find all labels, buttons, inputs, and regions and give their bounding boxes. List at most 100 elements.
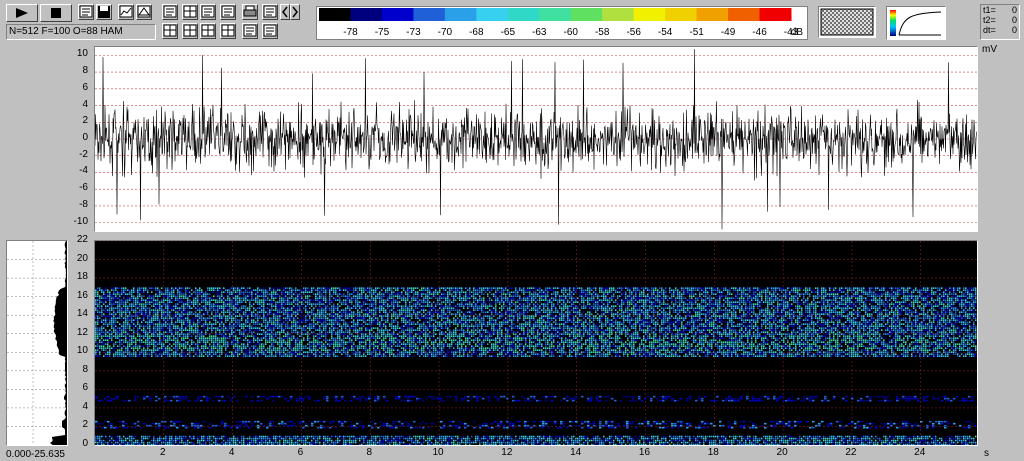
colorbar-swatch [413,8,446,21]
grid4-icon [201,24,215,37]
spectrogram-xtick: 12 [501,447,513,458]
colorbar-swatch [665,8,698,21]
colorbar-swatch [728,8,761,21]
export-button[interactable] [262,4,278,20]
waveform-ytick: 2 [82,115,88,127]
waveform-ytick: 10 [76,48,88,60]
stop-icon [51,8,61,18]
play-icon [16,8,28,18]
waveform-ytick: -4 [79,165,88,177]
chart-button[interactable] [118,4,134,20]
colorbar-tick: -49 [721,27,736,38]
spectrogram-xtick: 4 [228,447,235,458]
triangle-icon [137,5,151,18]
print-icon [243,5,257,17]
colorbar-tick: -54 [658,27,673,38]
histogram-range: 0.000-25.635 [6,449,65,460]
spectrogram-xtick: 10 [432,447,444,458]
grid3-button[interactable] [182,23,198,39]
spectrogram-xtick: 8 [366,447,373,458]
histogram-panel[interactable] [6,240,68,446]
colorbar-tick: -70 [438,27,453,38]
list-icon [163,5,177,18]
waveform-unit-label: mV [982,44,997,55]
spectrogram-cells [95,287,977,446]
frame-icon [243,24,257,37]
waveform-ytick: 4 [82,98,88,110]
t2-label: t2= [983,15,996,25]
spectrogram-ytick: 12 [76,326,88,338]
colorbar-tick: -78 [343,27,358,38]
spectrogram-ytick: 22 [76,234,88,245]
dt-value: 0 [1011,25,1017,35]
settings-button[interactable] [220,4,236,20]
play-button[interactable] [6,4,38,22]
colorbar-tick: -75 [375,27,390,38]
triangle-button[interactable] [136,4,152,20]
curve-icon [890,10,942,36]
window-icon [79,5,93,18]
save-button[interactable] [96,4,112,20]
waveform-ytick: -8 [79,198,88,210]
edit-button[interactable] [262,23,278,39]
spectrogram-xtick: 14 [570,447,582,458]
spectrogram-x-unit: s [984,448,989,459]
spectrogram-ytick: 18 [76,271,88,283]
save-icon [98,6,110,18]
spectrogram-ytick: 4 [82,400,88,412]
spectrogram-ytick: 10 [76,345,88,357]
t1-label: t1= [983,5,996,15]
settings-icon [221,5,235,18]
dt-label: dt= [983,25,996,35]
spectrogram-xtick: 20 [776,447,788,458]
window-button[interactable] [78,4,94,20]
stop-button[interactable] [40,4,72,22]
colorbar-swatch [633,8,666,21]
grid4-button[interactable] [200,23,216,39]
grid-button[interactable] [182,4,198,20]
spectrogram-ytick: 2 [82,419,88,431]
print-button[interactable] [242,4,258,20]
color-curve-box[interactable] [886,6,946,40]
spectrogram-xtick: 16 [638,447,651,458]
spectrogram-ytick: 20 [76,252,88,264]
waveform-ytick: 8 [82,65,88,77]
waveform-plot[interactable] [94,46,978,232]
chevron-right-button[interactable] [290,4,300,20]
crosshatch-icon [820,8,874,36]
colorbar-legend: -78 -75 -73 -70 -68 -65 -63 -60 -58 -56 -54 -51 -49 -… [316,6,808,40]
chart-icon [119,5,133,18]
grid2-icon [163,24,177,37]
grid5-icon [221,24,235,37]
spectrogram-xtick: 22 [845,447,857,458]
spectrogram-plot[interactable] [94,240,978,446]
cursor-readout: t1= 0 t2= 0 dt= 0 [980,4,1020,40]
clipboard-button[interactable] [200,4,216,20]
waveform-ytick: -2 [79,148,88,160]
colorbar-swatch [539,8,572,21]
chevron-right-icon [292,6,298,18]
colorbar-tick: -68 [469,27,484,38]
spectrogram-ytick: 16 [76,289,88,301]
export-icon [263,5,277,18]
colorbar-swatch [350,8,383,21]
colorbar-swatch [696,8,729,21]
spectrogram-ytick: 0 [82,438,88,449]
colorbar-tick: -58 [595,27,610,38]
list-button[interactable] [162,4,178,20]
colorbar-tick: -60 [564,27,579,38]
chevron-left-button[interactable] [280,4,290,20]
frame-button[interactable] [242,23,258,39]
pattern-swatch[interactable] [818,6,876,38]
spectrogram-xtick: 6 [297,447,304,458]
grid2-button[interactable] [162,23,178,39]
colorbar-swatch [319,8,351,21]
grid5-button[interactable] [220,23,236,39]
spectrogram-xtick: 18 [707,447,719,458]
colorbar-swatch [570,8,603,21]
edit-icon [263,24,277,37]
t1-value: 0 [1011,5,1017,15]
clipboard-icon [201,5,215,18]
colorbar-unit: dB [791,27,804,38]
colorbar-swatch [444,8,477,21]
